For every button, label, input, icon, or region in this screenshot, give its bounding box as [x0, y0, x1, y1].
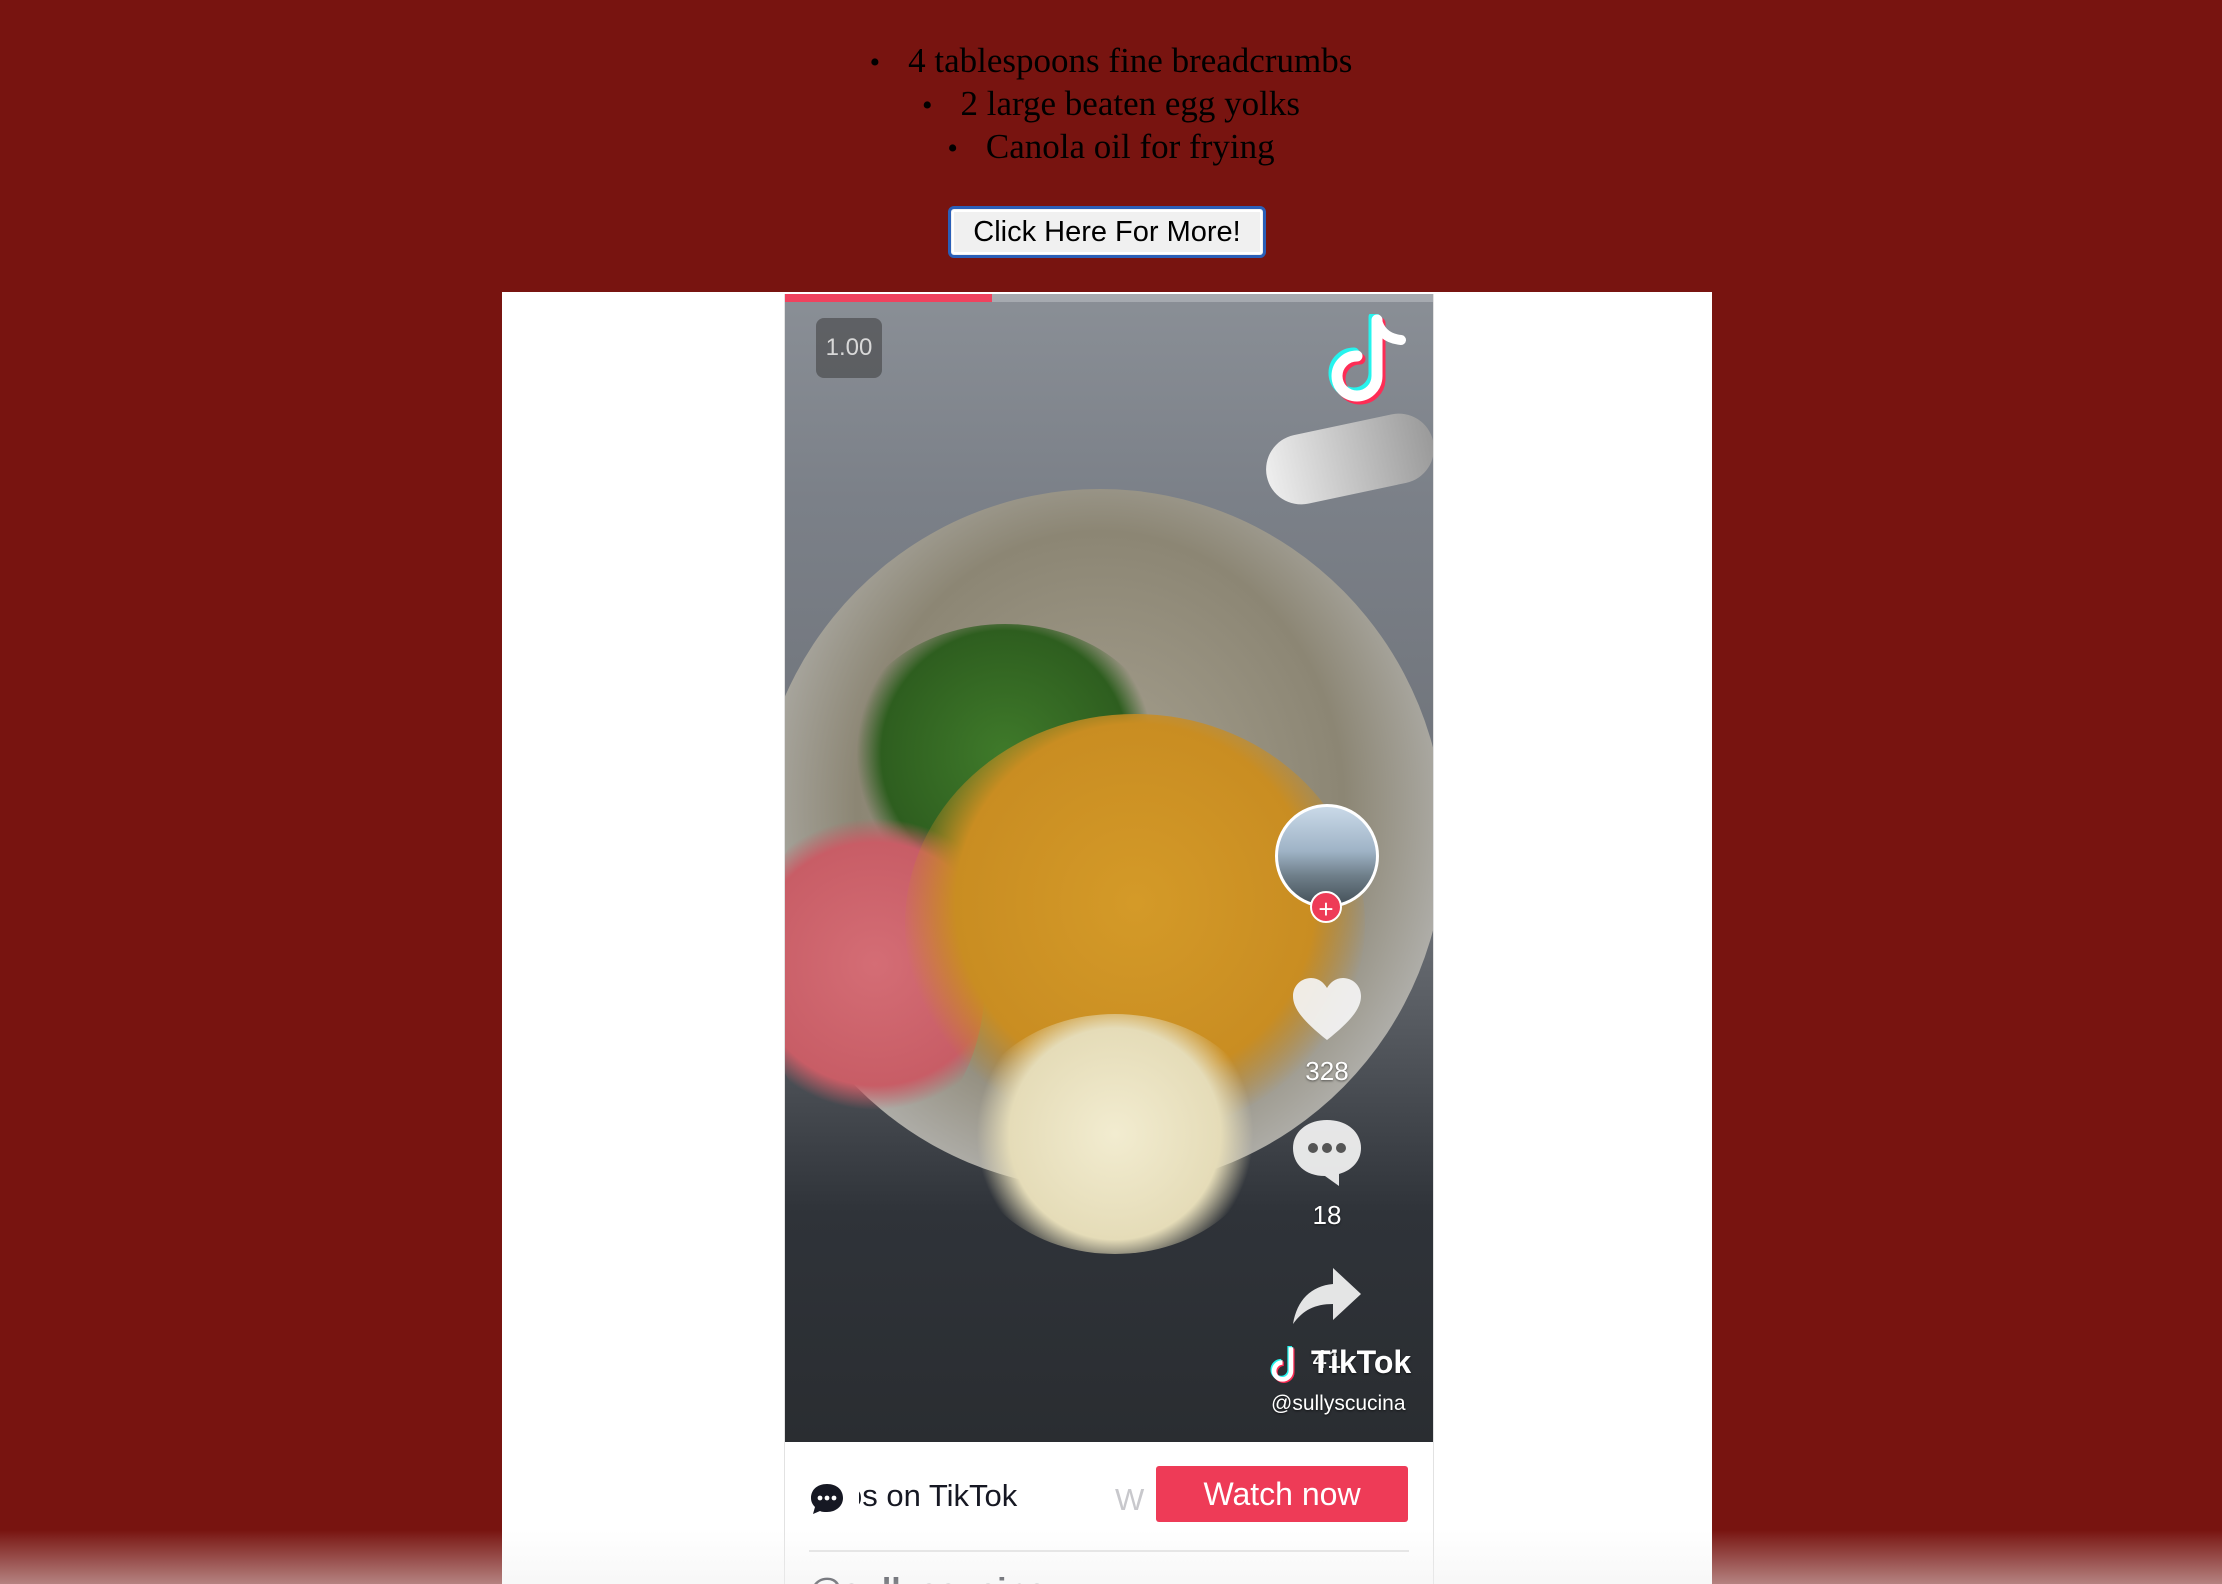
- ingredient-text: 4 tablespoons fine breadcrumbs: [908, 41, 1353, 80]
- ingredient-text: Canola oil for frying: [985, 127, 1275, 166]
- ingredient-item: • 4 tablespoons fine breadcrumbs: [0, 40, 2222, 83]
- tiktok-player: 1.00 + 328 18 41 TikTok @sullyscucina os…: [784, 294, 1434, 1584]
- marquee-text-next: W: [1115, 1482, 1145, 1517]
- progress-fill: [785, 294, 993, 302]
- ingredient-item: • 2 large beaten egg yolks: [0, 83, 2222, 126]
- comment-count: 18: [1312, 1200, 1342, 1230]
- player-bottom-bar: os on TikTok W Watch now @sullyscucina: [785, 1442, 1433, 1584]
- ingredient-text: 2 large beaten egg yolks: [960, 84, 1301, 123]
- bullet: •: [947, 132, 958, 165]
- video-area[interactable]: 1.00 + 328 18 41 TikTok @sullyscucina: [785, 294, 1433, 1442]
- share-arrow-icon[interactable]: [1289, 1260, 1365, 1332]
- playback-speed-badge[interactable]: 1.00: [816, 318, 882, 378]
- bullet: •: [869, 46, 881, 79]
- watermark-brand: TikTok: [1311, 1344, 1412, 1380]
- heart-icon[interactable]: [1289, 974, 1365, 1046]
- video-frame-onion: [965, 1014, 1265, 1254]
- click-for-more-button[interactable]: Click Here For More!: [948, 206, 1266, 258]
- marquee-text: os on TikTok: [859, 1478, 1018, 1513]
- ingredient-list: • 4 tablespoons fine breadcrumbs • 2 large…: [0, 40, 2222, 169]
- chat-bubble-icon: [811, 1484, 843, 1514]
- tiktok-watermark: TikTok @sullyscucina: [1265, 1344, 1425, 1434]
- like-count: 328: [1305, 1056, 1349, 1086]
- divider: [809, 1550, 1409, 1552]
- author-handle[interactable]: @sullyscucina: [809, 1562, 1209, 1584]
- tiktok-embed: 1.00 + 328 18 41 TikTok @sullyscucina os…: [502, 292, 1712, 1584]
- comment-icon[interactable]: [1289, 1116, 1365, 1188]
- follow-plus-icon[interactable]: +: [1310, 891, 1342, 924]
- watch-now-button[interactable]: Watch now: [1156, 1466, 1408, 1522]
- action-rail: + 328 18 41: [1275, 294, 1395, 1442]
- ingredient-item: • Canola oil for frying: [0, 126, 2222, 169]
- tiktok-logo-icon: [1270, 1346, 1295, 1383]
- watermark-handle: @sullyscucina: [1271, 1392, 1406, 1415]
- bullet: •: [921, 89, 933, 122]
